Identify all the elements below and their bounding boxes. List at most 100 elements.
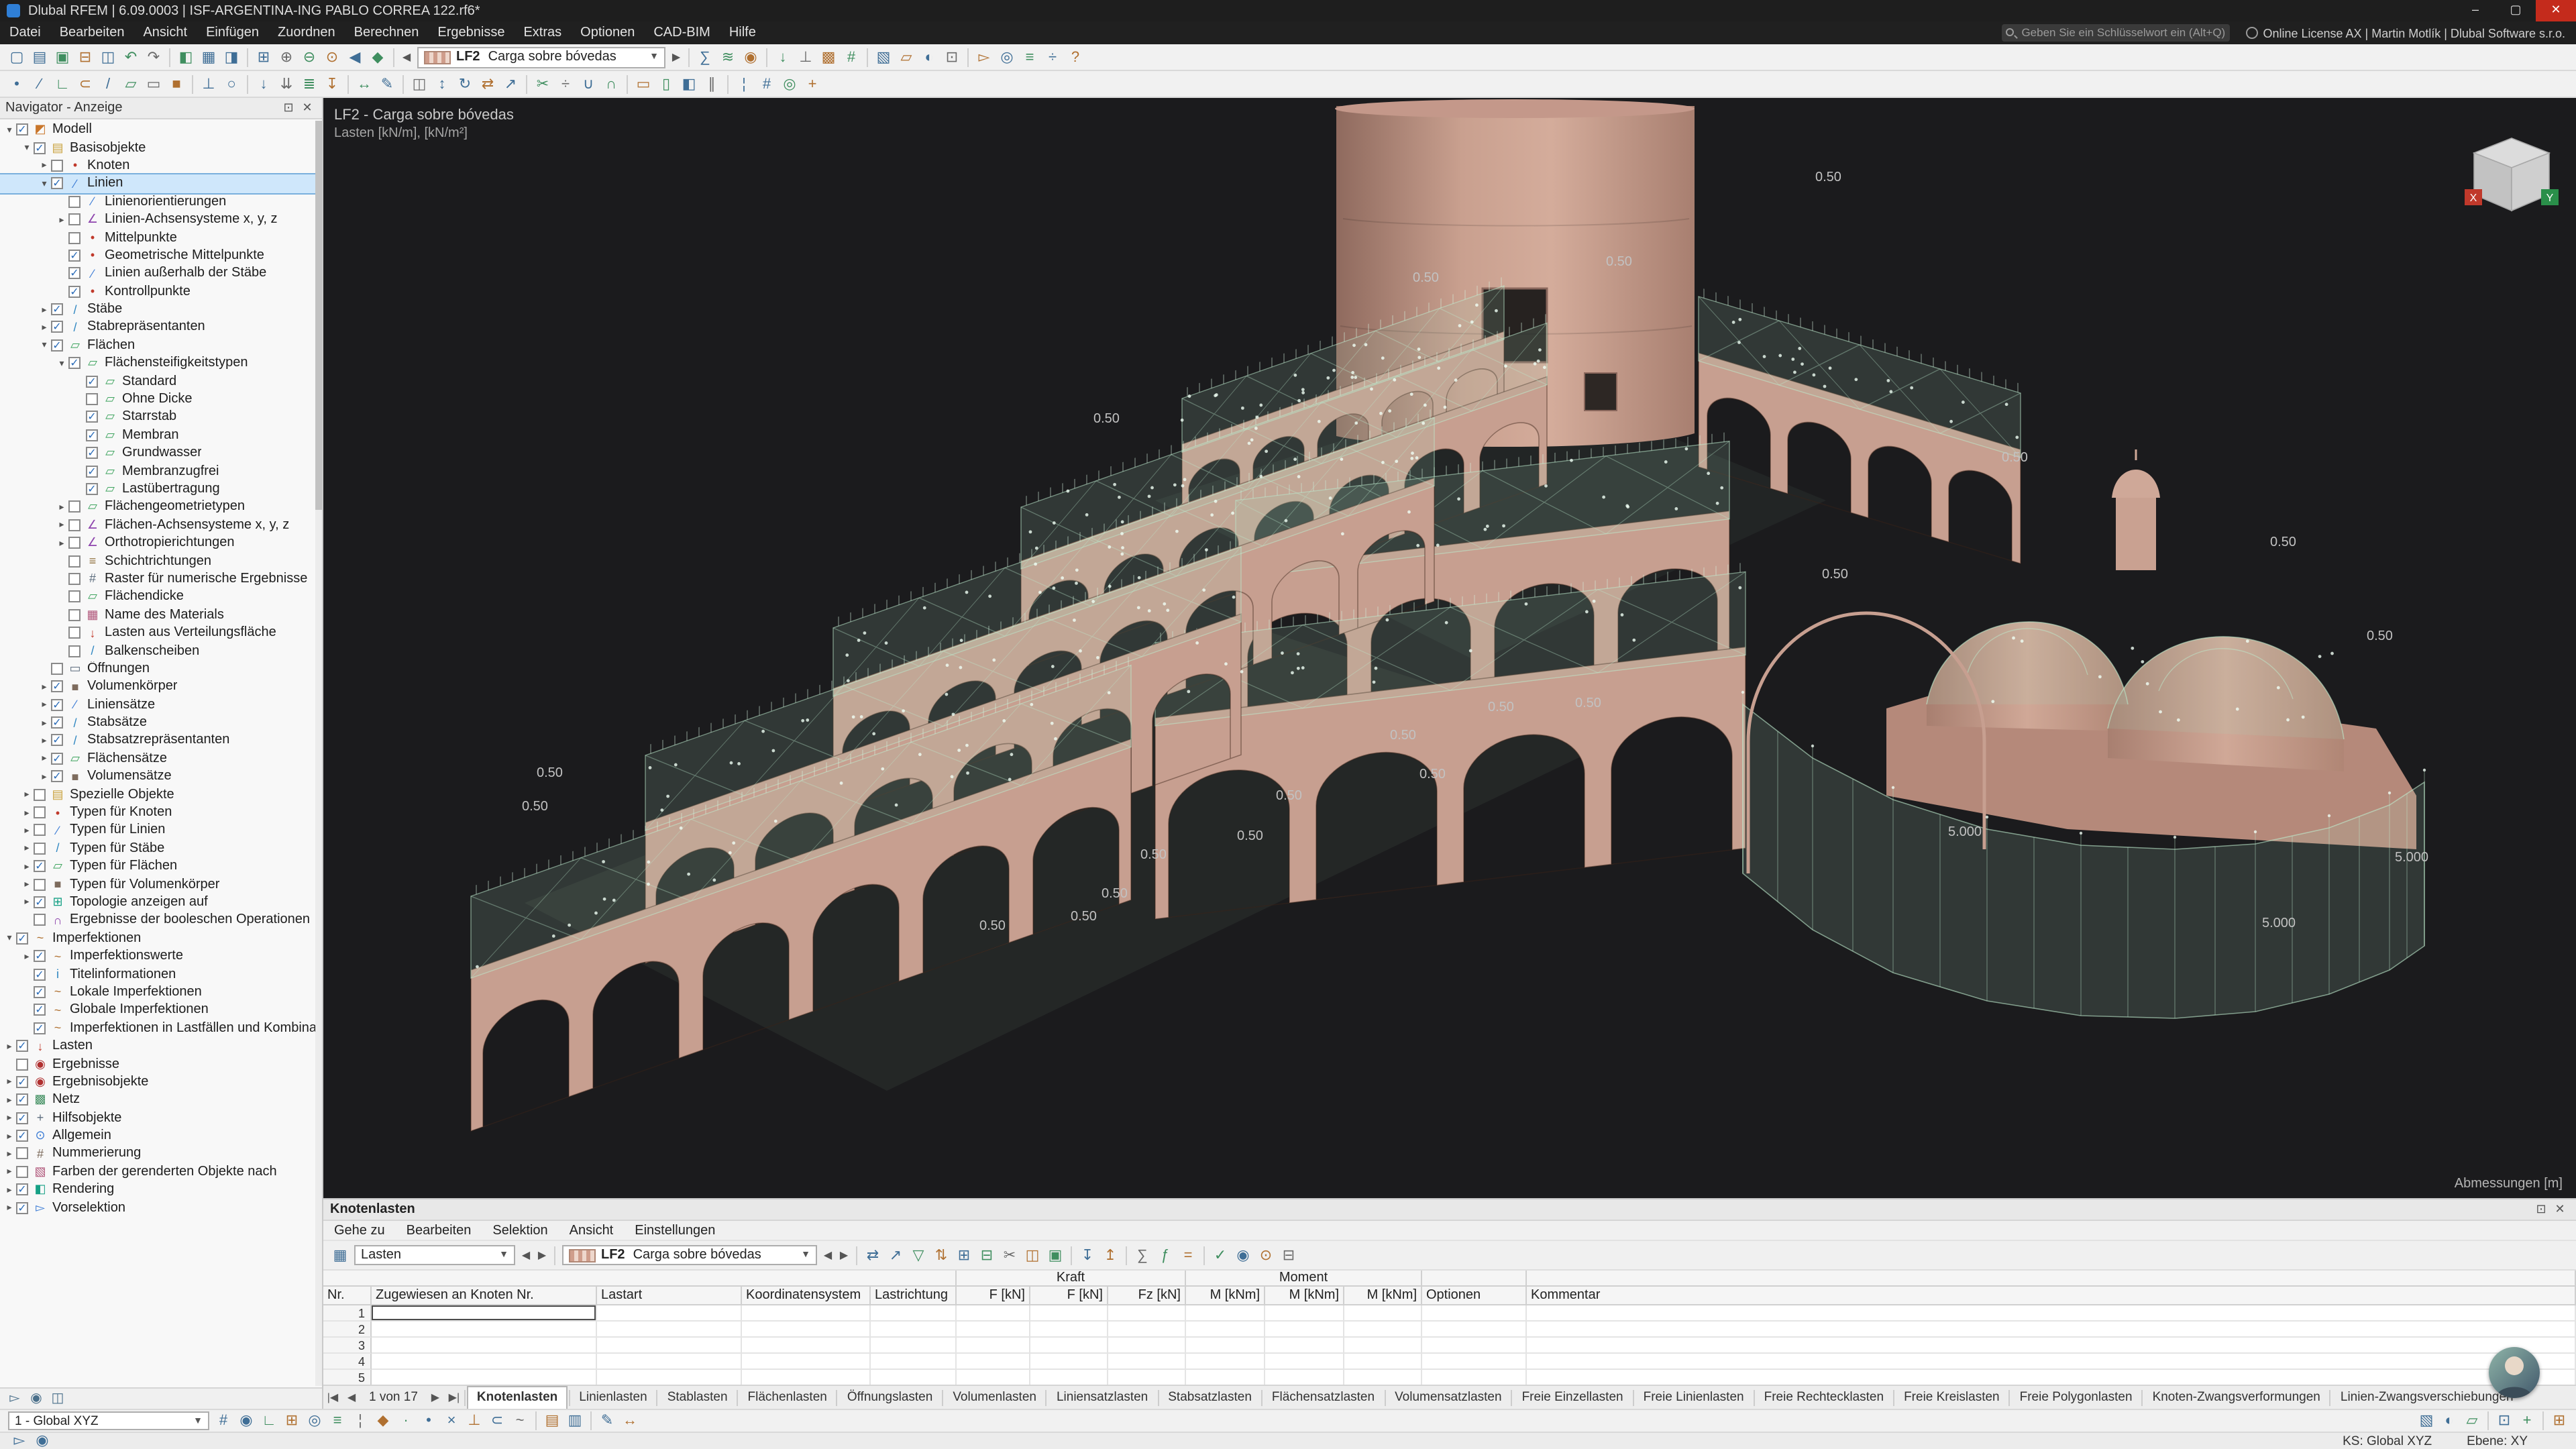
table-cell[interactable] — [742, 1338, 871, 1354]
table-cell[interactable] — [597, 1370, 742, 1386]
tree-item-netz[interactable]: ▸✓▩Netz — [0, 1091, 315, 1109]
menu-extras[interactable]: Extras — [514, 21, 571, 44]
menu-einfügen[interactable]: Einfügen — [197, 21, 268, 44]
table-cell[interactable] — [1108, 1338, 1186, 1354]
tree-item-ergebnisse-der-booleschen-operationen[interactable]: ∩Ergebnisse der booleschen Operationen — [0, 911, 315, 929]
tab-linien-zwangsverschiebungen[interactable]: Linien-Zwangsverschiebungen — [2332, 1387, 2522, 1408]
table-cell[interactable] — [1108, 1305, 1186, 1322]
tree-item-flächensteifigkeitstypen[interactable]: ▾✓▱Flächensteifigkeitstypen — [0, 354, 315, 372]
tree-item-orthotropierichtungen[interactable]: ▸∠Orthotropierichtungen — [0, 534, 315, 552]
cartesian-grid-icon[interactable]: ⊞ — [280, 1410, 303, 1432]
visibility-checkbox[interactable] — [68, 573, 80, 585]
jump-to-graphic-icon[interactable]: ↗ — [884, 1244, 907, 1266]
table-cell[interactable] — [1030, 1322, 1108, 1338]
col-header-m-knm[interactable]: M [kNm] — [1265, 1287, 1344, 1305]
chevron-expanded-icon[interactable]: ▾ — [3, 933, 16, 944]
table-cell[interactable] — [1186, 1370, 1265, 1386]
visibility-checkbox[interactable]: ✓ — [34, 896, 46, 908]
table-cell[interactable] — [1422, 1370, 1527, 1386]
tree-item-grundwasser[interactable]: ✓▱Grundwasser — [0, 444, 315, 462]
table-cell[interactable] — [1527, 1370, 2576, 1386]
insert-opening-icon[interactable]: ▭ — [142, 73, 165, 95]
pin-icon[interactable]: ⊡ — [279, 101, 298, 115]
margin-box-icon[interactable]: ⊡ — [2493, 1410, 2516, 1432]
close-icon[interactable]: ✕ — [2551, 1202, 2569, 1217]
dock-icon[interactable]: ⊡ — [2532, 1202, 2551, 1217]
visibility-checkbox[interactable]: ✓ — [16, 1076, 28, 1088]
next-page-button[interactable]: ▶ — [426, 1391, 445, 1403]
last-page-button[interactable]: ▶| — [445, 1391, 464, 1403]
visibility-checkbox[interactable]: ✓ — [68, 358, 80, 370]
tree-item-linien-außerhalb-der-stäbe[interactable]: ✓∕Linien außerhalb der Stäbe — [0, 264, 315, 282]
tree-item-lokale-imperfektionen[interactable]: ✓~Lokale Imperfektionen — [0, 983, 315, 1002]
row-number[interactable]: 1 — [323, 1305, 372, 1322]
close-button[interactable]: ✕ — [2536, 0, 2576, 21]
tree-item-imperfektionen[interactable]: ▾✓~Imperfektionen — [0, 929, 315, 947]
table-cell[interactable] — [1030, 1354, 1108, 1370]
object-snap-icon[interactable]: ◎ — [778, 73, 801, 95]
table-cell[interactable] — [871, 1370, 957, 1386]
table-cell[interactable] — [871, 1338, 957, 1354]
chevron-collapsed-icon[interactable]: ▸ — [38, 304, 51, 315]
tree-item-stabrepräsentanten[interactable]: ▸✓/Stabrepräsentanten — [0, 319, 315, 337]
stretch-object-icon[interactable]: ↗ — [499, 73, 522, 95]
insert-surface-icon[interactable]: ▱ — [119, 73, 142, 95]
col-header-fz-kn[interactable]: Fz [kN] — [1108, 1287, 1186, 1305]
tree-item-membranzugfrei[interactable]: ✓▱Membranzugfrei — [0, 462, 315, 480]
col-header-f-kn[interactable]: F [kN] — [1030, 1287, 1108, 1305]
table-cell[interactable] — [1344, 1305, 1422, 1322]
visibility-checkbox[interactable] — [68, 555, 80, 567]
visibility-checkbox[interactable]: ✓ — [51, 178, 63, 190]
table-manager-icon[interactable]: ▦ — [329, 1244, 352, 1266]
chevron-expanded-icon[interactable]: ▾ — [55, 358, 68, 369]
tree-item-allgemein[interactable]: ▸✓⊙Allgemein — [0, 1127, 315, 1145]
guideline-snap-icon[interactable]: ¦ — [349, 1410, 372, 1432]
screenshot-icon[interactable]: ◫ — [97, 46, 119, 68]
tab-knotenlasten[interactable]: Knotenlasten — [468, 1386, 567, 1409]
table-cell[interactable] — [372, 1322, 597, 1338]
chevron-collapsed-icon[interactable]: ▸ — [38, 682, 51, 692]
show-all-icon[interactable]: ⊙ — [321, 46, 343, 68]
save-model-icon[interactable]: ▣ — [51, 46, 74, 68]
tab-freie-polygonlasten[interactable]: Freie Polygonlasten — [2012, 1387, 2141, 1408]
menu-ergebnisse[interactable]: Ergebnisse — [428, 21, 514, 44]
tree-item-typen-für-volumenkörper[interactable]: ▸■Typen für Volumenkörper — [0, 875, 315, 894]
tab-knoten-zwangsverformungen[interactable]: Knoten-Zwangsverformungen — [2145, 1387, 2328, 1408]
tab-freie-rechtecklasten[interactable]: Freie Rechtecklasten — [1756, 1387, 1892, 1408]
visibility-checkbox[interactable] — [68, 645, 80, 657]
tree-item-topologie-anzeigen-auf[interactable]: ▸✓⊞Topologie anzeigen auf — [0, 894, 315, 912]
table-cell[interactable] — [1265, 1322, 1344, 1338]
chevron-collapsed-icon[interactable]: ▸ — [38, 771, 51, 782]
row-number[interactable]: 4 — [323, 1354, 372, 1370]
visibility-checkbox[interactable]: ✓ — [51, 303, 63, 315]
print-icon[interactable]: ⊟ — [74, 46, 97, 68]
table-cell[interactable] — [742, 1370, 871, 1386]
visibility-checkbox[interactable]: ✓ — [68, 268, 80, 280]
tree-item-lasten[interactable]: ▸✓↓Lasten — [0, 1037, 315, 1055]
tree-item-flächengeometrietypen[interactable]: ▸▱Flächengeometrietypen — [0, 498, 315, 516]
visibility-checkbox[interactable] — [68, 608, 80, 621]
table-cell[interactable] — [1422, 1305, 1527, 1322]
tree-item-ohne-dicke[interactable]: ▱Ohne Dicke — [0, 390, 315, 409]
tab-flächensatzlasten[interactable]: Flächensatzlasten — [1264, 1387, 1383, 1408]
visibility-checkbox[interactable]: ✓ — [34, 968, 46, 980]
table-cell[interactable] — [1527, 1354, 2576, 1370]
user-settings-icon[interactable]: ≡ — [1018, 46, 1041, 68]
tree-item-lasten-aus-verteilungsfläche[interactable]: ↓Lasten aus Verteilungsfläche — [0, 624, 315, 642]
tab-volumenlasten[interactable]: Volumenlasten — [945, 1387, 1044, 1408]
tree-item-öffnungen[interactable]: ▭Öffnungen — [0, 659, 315, 678]
col-header-zugewiesen-an-knoten-nr[interactable]: Zugewiesen an Knoten Nr. — [372, 1287, 597, 1305]
visibility-mode-icon[interactable]: ◉ — [25, 1391, 47, 1406]
navigator-scrollbar[interactable] — [315, 121, 322, 1386]
visibility-checkbox[interactable]: ✓ — [86, 465, 98, 477]
tree-item-starrstab[interactable]: ✓▱Starrstab — [0, 409, 315, 427]
visibility-checkbox[interactable]: ✓ — [16, 1040, 28, 1052]
tree-item-globale-imperfektionen[interactable]: ✓~Globale Imperfektionen — [0, 1001, 315, 1019]
help-icon[interactable]: ? — [1064, 46, 1087, 68]
category-next-icon[interactable]: ▶ — [534, 1244, 550, 1266]
load-on-node-icon[interactable]: ↓ — [252, 73, 275, 95]
menu-datei[interactable]: Datei — [0, 21, 50, 44]
visibility-checkbox[interactable]: ✓ — [16, 1201, 28, 1214]
chevron-collapsed-icon[interactable]: ▸ — [3, 1040, 16, 1051]
units-settings-icon[interactable]: ÷ — [1041, 46, 1064, 68]
